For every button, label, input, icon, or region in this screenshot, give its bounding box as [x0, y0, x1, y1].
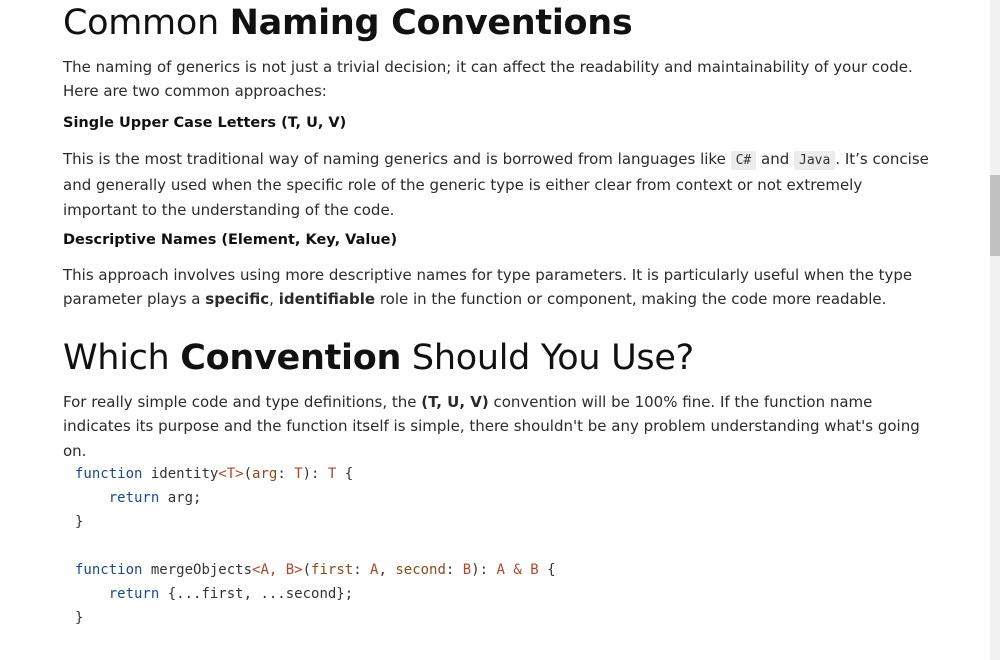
single-letters-paragraph: This is the most traditional way of nami… — [63, 147, 929, 222]
code-punct: { — [336, 466, 354, 482]
code-punct: ): — [471, 562, 497, 578]
scrollbar-track[interactable] — [990, 0, 1000, 660]
code-generic: <T> — [218, 466, 244, 482]
code-text: {...first, ...second}; — [159, 586, 354, 602]
code-text: arg; — [159, 490, 202, 506]
code-line: return {...first, ...second}; — [75, 582, 556, 606]
paragraph-text: , — [269, 290, 279, 309]
code-keyword: function — [75, 466, 143, 482]
code-block: function identity<T>(arg: T): T { return… — [75, 462, 556, 630]
bold-specific: specific — [205, 290, 270, 309]
code-generic: <A, B> — [252, 562, 303, 578]
code-keyword: function — [75, 562, 143, 578]
inline-code-java: Java — [794, 151, 836, 170]
code-line-blank: ​ — [75, 534, 556, 558]
code-param: first — [311, 562, 354, 578]
intro-paragraph: The naming of generics is not just a tri… — [63, 58, 913, 101]
code-line: return arg; — [75, 486, 556, 510]
inline-code-csharp: C# — [730, 151, 757, 170]
code-punct: ): — [302, 466, 328, 482]
subheading-descriptive-names: Descriptive Names (Element, Key, Value) — [63, 232, 398, 248]
code-punct: ( — [243, 466, 253, 482]
heading-text: Which — [63, 338, 181, 378]
heading-text: Should You Use? — [401, 338, 694, 378]
code-keyword: return — [108, 586, 160, 602]
code-punct: , — [378, 562, 396, 578]
code-type: B — [462, 562, 472, 578]
code-punct: : — [353, 562, 371, 578]
paragraph-text: and — [756, 150, 794, 168]
code-punct: : — [277, 466, 295, 482]
code-line: } — [75, 610, 84, 626]
heading-light-text: Common — [63, 3, 219, 43]
code-punct: : — [445, 562, 463, 578]
section-heading-which-convention: Which Convention Should You Use? — [63, 336, 694, 380]
code-line: } — [75, 514, 84, 530]
code-type: A & B — [496, 562, 539, 578]
code-function-name: identity — [142, 466, 219, 482]
code-line: function identity<T>(arg: T): T { — [75, 462, 556, 486]
code-param: arg — [252, 466, 278, 482]
code-param: second — [395, 562, 446, 578]
heading-bold-text: Convention — [180, 338, 402, 378]
section-heading-naming-conventions: Common Naming Conventions — [63, 1, 633, 45]
bold-tuv: (T, U, V) — [421, 393, 489, 411]
heading-bold-text: Naming Conventions — [229, 3, 633, 43]
paragraph-text: This is the most traditional way of nami… — [63, 150, 731, 168]
code-line: function mergeObjects<A, B>(first: A, se… — [75, 558, 556, 582]
subheading-single-letters: Single Upper Case Letters (T, U, V) — [63, 115, 347, 131]
descriptive-names-paragraph: This approach involves using more descri… — [63, 263, 929, 312]
code-function-name: mergeObjects — [142, 562, 253, 578]
paragraph-text: For really simple code and type definiti… — [63, 393, 422, 411]
code-type: T — [294, 466, 303, 482]
code-keyword: return — [108, 490, 160, 506]
code-punct: { — [538, 562, 556, 578]
which-convention-paragraph: For really simple code and type definiti… — [63, 390, 929, 463]
paragraph-text: role in the function or component, makin… — [375, 290, 887, 309]
bold-identifiable: identifiable — [278, 290, 376, 309]
scrollbar-thumb[interactable] — [990, 175, 1000, 256]
code-punct: ( — [302, 562, 312, 578]
